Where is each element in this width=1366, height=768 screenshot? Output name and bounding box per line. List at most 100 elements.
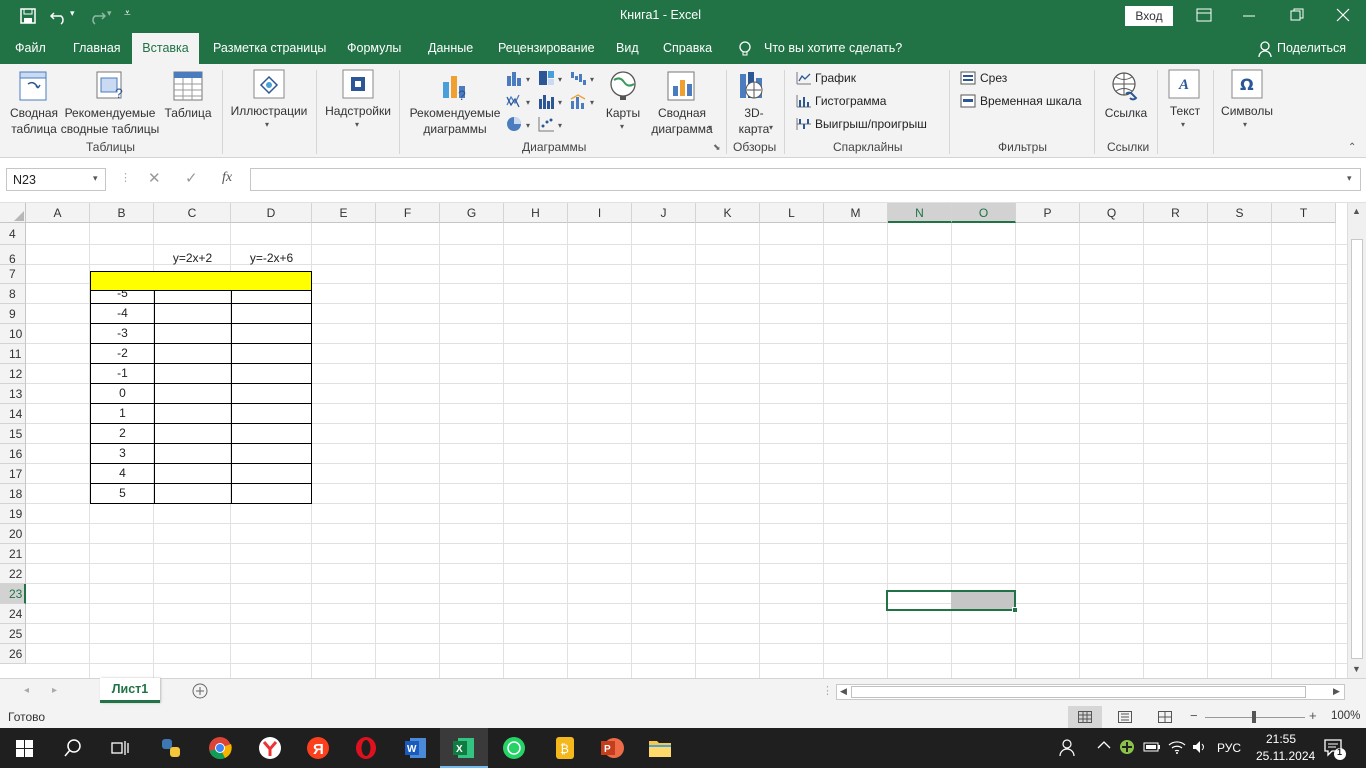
- enter-icon[interactable]: ✓: [185, 169, 198, 187]
- tab-formulas[interactable]: Формулы: [347, 33, 401, 64]
- table-cell-y2[interactable]: [231, 383, 312, 404]
- table-cell-y1[interactable]: [154, 343, 232, 364]
- row-header-4[interactable]: 4: [0, 223, 26, 245]
- sparkline-line-label[interactable]: График: [815, 71, 856, 85]
- page-break-view-icon[interactable]: [1158, 711, 1172, 726]
- table-cell-y1[interactable]: [154, 443, 232, 464]
- ginger-icon[interactable]: ₿: [540, 728, 588, 768]
- column-header-c[interactable]: C: [154, 203, 231, 223]
- row-header-13[interactable]: 13: [0, 384, 26, 404]
- collapse-ribbon-icon[interactable]: ⌃: [1348, 142, 1356, 153]
- addins-icon[interactable]: [342, 69, 374, 102]
- column-header-b[interactable]: B: [90, 203, 154, 223]
- clock-time[interactable]: 21:55: [1266, 732, 1296, 746]
- table-cell-y1[interactable]: [154, 403, 232, 424]
- column-header-a[interactable]: A: [26, 203, 90, 223]
- symbols-label[interactable]: Символы: [1216, 103, 1278, 119]
- undo-dropdown-icon[interactable]: ▾: [70, 8, 75, 19]
- share-button[interactable]: Поделиться: [1277, 33, 1346, 64]
- table-cell-y2[interactable]: [231, 463, 312, 484]
- combo-chart-icon[interactable]: ▾: [570, 93, 598, 112]
- table-cell-y1[interactable]: [154, 423, 232, 444]
- table-cell-y1[interactable]: [154, 463, 232, 484]
- pie-chart-icon[interactable]: ▾: [506, 116, 534, 135]
- page-layout-view-icon[interactable]: [1118, 711, 1132, 726]
- battery-icon[interactable]: [1143, 740, 1161, 757]
- row-header-12[interactable]: 12: [0, 364, 26, 384]
- scroll-left-icon[interactable]: ◀: [840, 686, 847, 697]
- line-chart-icon[interactable]: ▾: [506, 93, 534, 112]
- row-header-8[interactable]: 8: [0, 284, 26, 304]
- table-cell-x[interactable]: 3: [90, 443, 155, 464]
- column-header-e[interactable]: E: [312, 203, 376, 223]
- column-chart-icon[interactable]: ▾: [506, 70, 534, 89]
- column-header-k[interactable]: K: [696, 203, 760, 223]
- notifications-icon[interactable]: [1324, 738, 1346, 763]
- scatter-chart-icon[interactable]: ▾: [538, 116, 566, 135]
- show-hidden-icons-icon[interactable]: [1097, 738, 1111, 755]
- table-cell-y1[interactable]: [154, 483, 232, 504]
- python-icon[interactable]: [146, 728, 194, 768]
- file-explorer-icon[interactable]: [636, 728, 684, 768]
- powerpoint-icon[interactable]: P: [588, 728, 636, 768]
- column-header-i[interactable]: I: [568, 203, 632, 223]
- name-box[interactable]: N23 ▾: [6, 168, 106, 191]
- tab-file[interactable]: Файл: [15, 33, 46, 64]
- recommended-pivot-label-2[interactable]: сводные таблицы: [60, 121, 160, 137]
- chrome-icon[interactable]: [196, 728, 244, 768]
- sparkline-line-icon[interactable]: [796, 71, 812, 88]
- slicer-label[interactable]: Срез: [980, 71, 1007, 85]
- wifi-icon[interactable]: [1168, 739, 1186, 758]
- addins-label[interactable]: Надстройки: [322, 103, 394, 119]
- row-header-18[interactable]: 18: [0, 484, 26, 504]
- pivot-table-icon[interactable]: [18, 70, 48, 105]
- yandex-icon[interactable]: Я: [294, 728, 342, 768]
- zoom-level[interactable]: 100%: [1331, 710, 1360, 722]
- tray-app-icon[interactable]: [1119, 739, 1135, 758]
- input-language[interactable]: РУС: [1217, 741, 1241, 755]
- scroll-up-icon[interactable]: ▲: [1352, 206, 1361, 216]
- undo-icon[interactable]: [49, 7, 68, 28]
- column-header-t[interactable]: T: [1272, 203, 1336, 223]
- row-header-9[interactable]: 9: [0, 304, 26, 324]
- maps-icon[interactable]: [608, 70, 638, 105]
- cell-d6-formula-label[interactable]: y=-2x+6: [231, 245, 312, 265]
- row-header-26[interactable]: 26: [0, 644, 26, 664]
- zoom-out-icon[interactable]: −: [1190, 708, 1198, 723]
- link-icon[interactable]: [1110, 70, 1142, 105]
- row-header-24[interactable]: 24: [0, 604, 26, 624]
- table-cell-y1[interactable]: [154, 363, 232, 384]
- row-header-15[interactable]: 15: [0, 424, 26, 444]
- table-cell-x[interactable]: 5: [90, 483, 155, 504]
- column-header-q[interactable]: Q: [1080, 203, 1144, 223]
- table-cell-y2[interactable]: [231, 323, 312, 344]
- close-icon[interactable]: [1336, 8, 1350, 25]
- clock-date[interactable]: 25.11.2024: [1256, 749, 1315, 763]
- prev-sheet-icon[interactable]: ◂: [24, 685, 29, 696]
- normal-view-button[interactable]: [1068, 706, 1102, 728]
- maps-label[interactable]: Карты: [600, 105, 646, 121]
- waterfall-chart-icon[interactable]: ▾: [570, 70, 598, 89]
- task-view-icon[interactable]: [96, 728, 144, 768]
- active-cell-border[interactable]: [886, 590, 1016, 611]
- save-icon[interactable]: [20, 8, 36, 27]
- sparkline-column-label[interactable]: Гистограмма: [815, 94, 886, 108]
- text-icon[interactable]: A: [1168, 69, 1200, 102]
- recommended-pivot-icon[interactable]: ?: [95, 70, 127, 105]
- tab-home[interactable]: Главная: [73, 33, 121, 64]
- name-box-dropdown-icon[interactable]: ▾: [93, 173, 98, 184]
- customize-qat-icon[interactable]: ⩡: [124, 6, 131, 21]
- row-header-14[interactable]: 14: [0, 404, 26, 424]
- table-cell-x[interactable]: 2: [90, 423, 155, 444]
- fill-handle[interactable]: [1012, 607, 1018, 613]
- hierarchy-chart-icon[interactable]: ▾: [538, 70, 566, 89]
- column-header-m[interactable]: M: [824, 203, 888, 223]
- omega-icon[interactable]: Ω: [1231, 69, 1263, 102]
- column-header-g[interactable]: G: [440, 203, 504, 223]
- row-header-23[interactable]: 23: [0, 584, 26, 604]
- row-header-11[interactable]: 11: [0, 344, 26, 364]
- row-header-16[interactable]: 16: [0, 444, 26, 464]
- tab-page-layout[interactable]: Разметка страницы: [213, 33, 326, 64]
- redo-icon[interactable]: [88, 7, 107, 28]
- row-header-25[interactable]: 25: [0, 624, 26, 644]
